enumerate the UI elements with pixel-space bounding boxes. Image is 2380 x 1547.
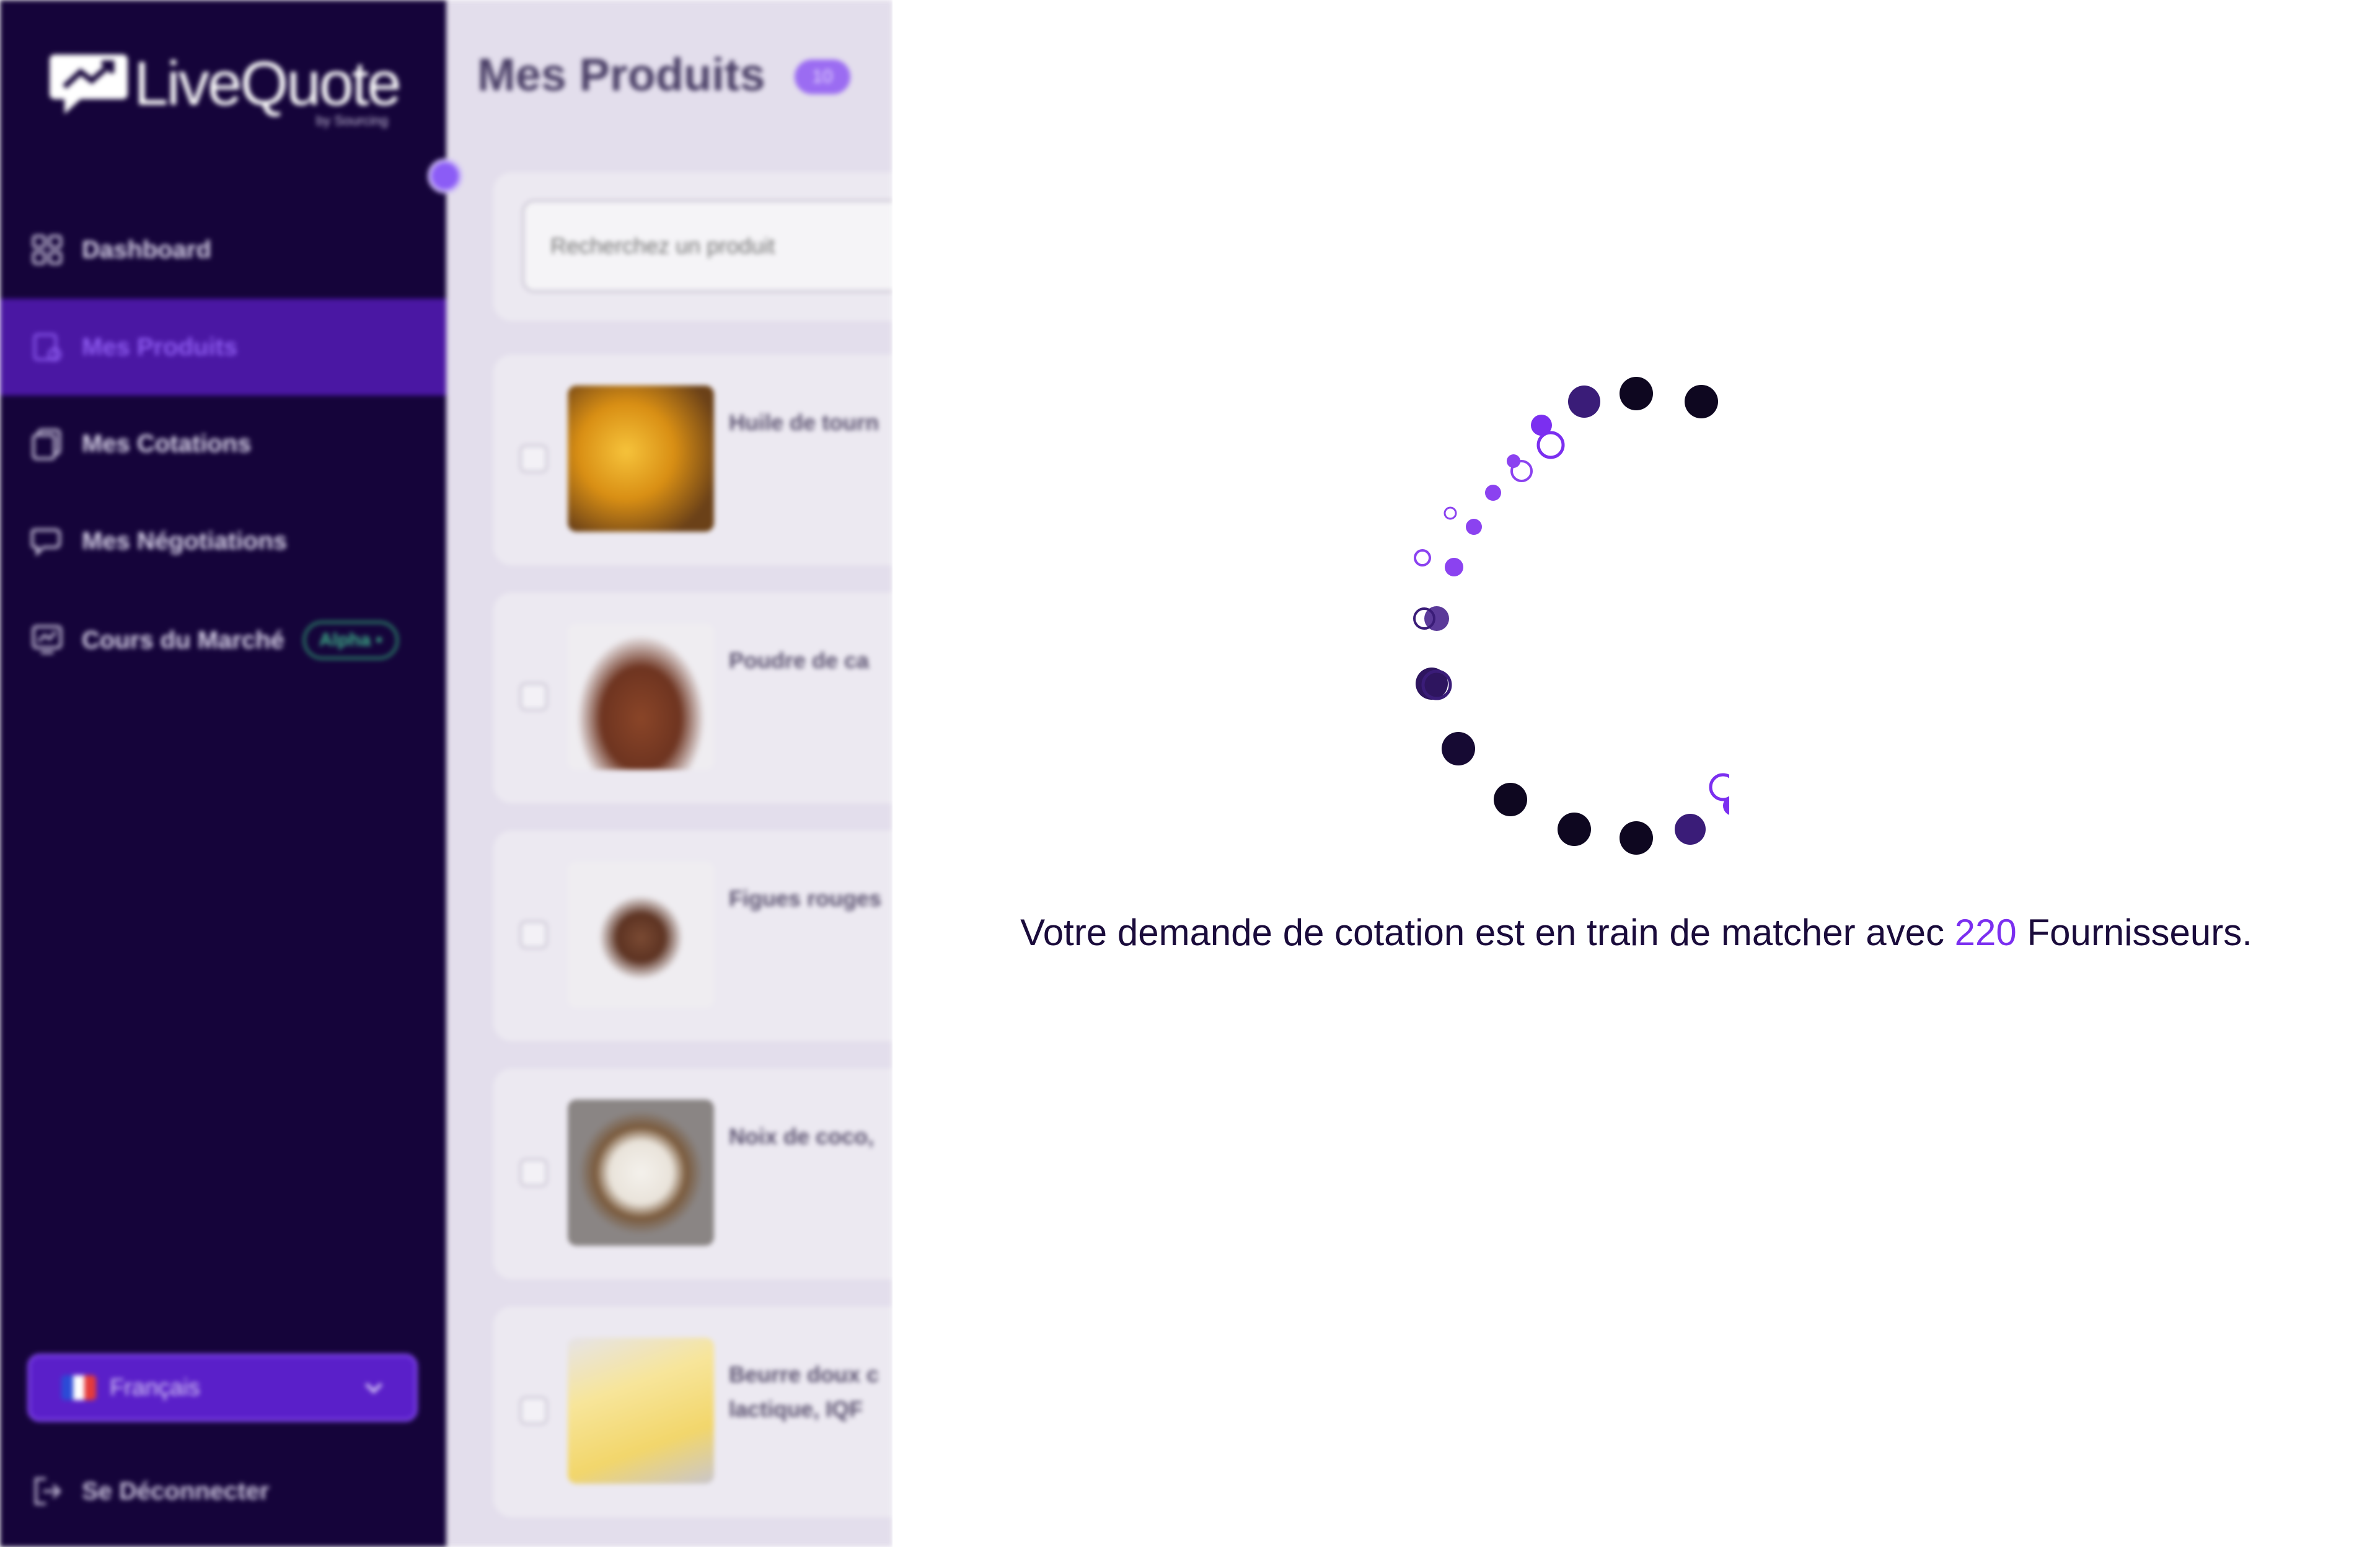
- product-image: [568, 862, 714, 1008]
- language-label: Français: [110, 1374, 200, 1401]
- product-name: Huile de tourn: [729, 410, 879, 435]
- page-title: Mes Produits: [477, 49, 765, 100]
- logo: LiveQuote: [48, 48, 402, 120]
- product-image: [568, 386, 714, 532]
- matching-status-text: Votre demande de cotation est en train d…: [892, 911, 2380, 954]
- spinner-ring: [1414, 549, 1431, 566]
- spinner-dot: [1466, 519, 1482, 535]
- sidebar-item-label: Mes Négotiations: [82, 527, 288, 555]
- spinner-dot: [1568, 386, 1600, 418]
- stack-icon: [32, 429, 61, 460]
- sidebar-item-label: Cours du Marché: [82, 626, 284, 654]
- chat-icon: [31, 529, 61, 557]
- spinner-dot: [1620, 821, 1653, 855]
- sidebar-item-cours-du-marche[interactable]: Cours du Marché Alpha •: [0, 592, 446, 689]
- grid-icon: [32, 235, 62, 265]
- status-message-end: Fournisseurs.: [2027, 912, 2252, 953]
- product-name: Figues rouges: [729, 886, 882, 911]
- box-icon: [33, 333, 61, 361]
- flag-fr-icon: [61, 1375, 96, 1400]
- spinner-dot: [1558, 813, 1591, 846]
- product-image: [568, 624, 714, 770]
- logout-icon: [35, 1478, 61, 1505]
- product-name: Noix de coco,: [729, 1124, 875, 1149]
- logo-text: LiveQuote: [134, 49, 402, 118]
- chart-icon: [32, 625, 62, 654]
- product-card[interactable]: Beurre doux c lactique, IQF: [493, 1307, 892, 1517]
- sidebar-item-label: Mes Cotations: [82, 430, 252, 457]
- spinner-dot: [1445, 558, 1463, 576]
- logo-icon: [48, 50, 129, 119]
- product-name: Poudre de ca: [729, 648, 870, 673]
- spinner-dot: [1485, 485, 1501, 501]
- product-checkbox[interactable]: [519, 682, 548, 711]
- sidebar: LiveQuote by Sourcing Dashboard Mes Prod…: [0, 0, 446, 1547]
- status-message-start: Votre demande de cotation est en train d…: [1020, 912, 1944, 953]
- product-checkbox[interactable]: [519, 1158, 548, 1187]
- spinner-dot: [1620, 377, 1653, 410]
- search-input[interactable]: [522, 200, 892, 293]
- language-select[interactable]: Français: [27, 1354, 418, 1422]
- product-checkbox[interactable]: [519, 1396, 548, 1425]
- logout-button[interactable]: Se Déconnecter: [31, 1475, 269, 1507]
- loading-spinner: [1413, 377, 1729, 855]
- logo-subtitle: by Sourcing: [316, 113, 389, 128]
- sidebar-collapse-button[interactable]: [428, 159, 462, 193]
- alpha-badge: Alpha •: [302, 621, 399, 659]
- sidebar-item-mes-cotations[interactable]: Mes Cotations: [0, 395, 446, 492]
- supplier-count: 220: [1954, 912, 2017, 953]
- product-name: Beurre doux c lactique, IQF: [729, 1362, 879, 1422]
- product-image: [568, 1338, 714, 1484]
- spinner-dot: [1494, 783, 1527, 816]
- product-card[interactable]: Figues rouges: [493, 831, 892, 1041]
- product-card[interactable]: Poudre de ca: [493, 593, 892, 803]
- background-app: LiveQuote by Sourcing Dashboard Mes Prod…: [0, 0, 892, 1547]
- spinner-dot: [1685, 385, 1718, 418]
- product-card[interactable]: Huile de tourn: [493, 355, 892, 565]
- product-image: [568, 1100, 714, 1246]
- spinner-ring: [1443, 506, 1457, 520]
- product-checkbox[interactable]: [519, 920, 548, 949]
- sidebar-item-label: Dashboard: [82, 236, 211, 263]
- spinner-ring: [1536, 431, 1565, 459]
- spinner-ring: [1510, 460, 1533, 482]
- spinner-dot: [1675, 814, 1706, 845]
- product-count-badge: 10: [795, 60, 850, 94]
- sidebar-item-mes-negotiations[interactable]: Mes Négotiations: [0, 493, 446, 589]
- sidebar-item-label: Mes Produits: [82, 333, 238, 361]
- spinner-ring: [1709, 773, 1729, 801]
- chevron-down-icon: [365, 1383, 382, 1394]
- product-card[interactable]: Noix de coco,: [493, 1069, 892, 1279]
- spinner-dot: [1442, 732, 1475, 765]
- product-checkbox[interactable]: [519, 444, 548, 473]
- sidebar-item-mes-produits[interactable]: Mes Produits: [0, 299, 446, 395]
- sidebar-item-dashboard[interactable]: Dashboard: [0, 201, 446, 298]
- logout-label: Se Déconnecter: [82, 1477, 270, 1505]
